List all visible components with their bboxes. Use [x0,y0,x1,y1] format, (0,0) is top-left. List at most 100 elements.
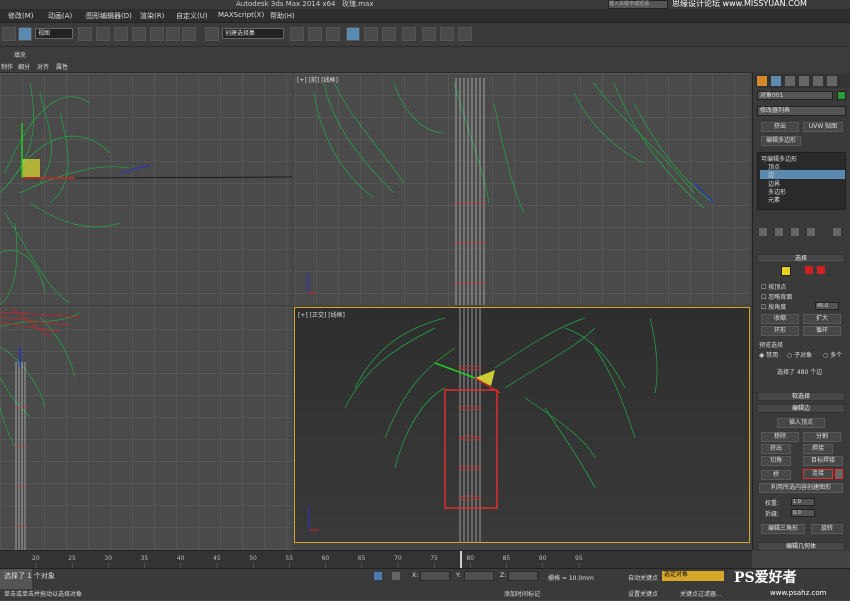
set-key-button[interactable]: 设置关键点 [628,589,658,598]
angle-spinner[interactable]: 45.0 [815,302,839,310]
modify-tab-icon[interactable] [771,76,781,86]
insert-vertex-button[interactable]: 插入顶点 [777,418,825,428]
snaps-toggle-icon[interactable] [150,27,164,41]
add-time-tag[interactable]: 添加时间标记 [504,589,540,598]
menu-graph-editors[interactable]: 图形编辑器(D) [86,11,132,21]
viewport-top-left[interactable] [0,73,292,305]
schematic-view-icon[interactable] [382,27,396,41]
weight-spinner[interactable]: 1.0 [791,498,815,506]
undo-icon[interactable] [2,27,16,41]
view-dropdown[interactable]: 视图 [35,28,73,39]
curve-editor-icon[interactable] [364,27,378,41]
menu-maxscript[interactable]: MAXScript(X) [218,11,264,19]
ribbon-tab-properties[interactable]: 属性 [56,62,68,71]
soft-selection-rollout-header[interactable]: 软选择 [757,392,845,401]
utilities-tab-icon[interactable] [827,76,837,86]
grow-button[interactable]: 扩大 [803,314,841,324]
viewport-front[interactable]: [+] [前] [线框] [294,73,750,305]
ring-button[interactable]: 环形 [761,326,799,336]
edit-edges-rollout-header[interactable]: 编辑边 [757,404,845,413]
selection-rollout-header[interactable]: 选择 [757,254,845,263]
viewport-bottom-left[interactable] [0,307,292,550]
split-button[interactable]: 分割 [803,432,841,442]
render-frame-icon[interactable] [440,27,454,41]
ignore-backface-checkbox[interactable]: ☐ 忽略背面 [761,292,792,301]
target-weld-button[interactable]: 目标焊接 [803,456,843,466]
render-production-icon[interactable] [458,27,472,41]
y-coordinate-field[interactable] [464,571,494,581]
auto-key-button[interactable]: 自动关键点 [628,573,658,582]
extrude-button[interactable]: 挤出 [761,444,791,454]
shrink-button[interactable]: 收缩 [761,314,799,324]
select-by-name-icon[interactable] [96,27,110,41]
object-color-swatch[interactable] [837,91,846,100]
render-setup-icon[interactable] [422,27,436,41]
hierarchy-tab-icon[interactable] [785,76,795,86]
object-name-field[interactable]: 对象001 [757,91,833,100]
remove-modifier-icon[interactable] [807,228,815,236]
make-unique-icon[interactable] [791,228,799,236]
motion-tab-icon[interactable] [799,76,809,86]
extrude-modifier-button[interactable]: 挤出 [761,122,799,132]
percent-snap-icon[interactable] [182,27,196,41]
edit-named-selection-icon[interactable] [205,27,219,41]
pin-stack-icon[interactable] [759,228,767,236]
ribbon-tab-align[interactable]: 对齐 [37,62,49,71]
edit-geometry-rollout-header[interactable]: 编辑几何体 [757,542,845,551]
absolute-mode-icon[interactable] [392,572,400,580]
by-vertex-checkbox[interactable]: ☐ 按顶点 [761,282,786,291]
polygon-mode-icon[interactable] [805,266,813,274]
create-tab-icon[interactable] [757,76,767,86]
rectangular-selection-icon[interactable] [114,27,128,41]
align-icon[interactable] [308,27,322,41]
chamfer-button[interactable]: 切角 [761,456,791,466]
modifier-list-dropdown[interactable]: 修改器列表 [757,106,846,116]
uvw-map-button[interactable]: UVW 贴图 [803,122,843,132]
turn-button[interactable]: 旋转 [811,524,843,534]
selection-lock-icon[interactable] [374,572,382,580]
selection-set-dropdown[interactable]: 创建选择集 [222,28,284,39]
preview-multi-radio[interactable]: ○ 多个 [823,350,842,359]
search-input[interactable]: 键入关键字或短语 [608,0,668,9]
z-coordinate-field[interactable] [508,571,538,581]
crease-spinner[interactable]: 0.0 [791,509,815,517]
remove-button[interactable]: 移除 [761,432,799,442]
display-tab-icon[interactable] [813,76,823,86]
edit-poly-button[interactable]: 编辑多边形 [761,136,801,146]
x-coordinate-field[interactable] [420,571,450,581]
menu-modify[interactable]: 修改(M) [8,11,34,21]
vertex-mode-icon[interactable] [781,266,791,276]
loop-button[interactable]: 循环 [803,326,841,336]
ribbon-tab-subdivide[interactable]: 细分 [18,62,30,71]
configure-sets-icon[interactable] [833,228,841,236]
preview-disable-radio[interactable]: ◉ 禁用 [759,350,778,359]
mirror-icon[interactable] [290,27,304,41]
window-crossing-icon[interactable] [132,27,146,41]
element-mode-icon[interactable] [817,266,825,274]
stack-item-edge[interactable]: 边 [760,170,845,179]
angle-snap-icon[interactable] [166,27,180,41]
connect-settings-icon[interactable] [835,469,843,479]
bridge-button[interactable]: 桥 [761,470,791,480]
create-shape-button[interactable]: 利用所选内容创建图形 [759,483,843,493]
menu-render[interactable]: 渲染(R) [140,11,164,21]
material-editor-icon[interactable] [402,27,416,41]
key-filters-button[interactable]: 关键点过滤器... [680,589,722,598]
viewport-orthographic[interactable]: [+] [正交] [线框] [294,307,750,543]
select-object-icon[interactable] [78,27,92,41]
preview-subobject-radio[interactable]: ○ 子对象 [787,350,812,359]
menu-customize[interactable]: 自定义(U) [176,11,208,21]
menu-animation[interactable]: 动画(A) [48,11,72,21]
select-link-icon[interactable] [18,27,32,41]
graphite-toggle-icon[interactable] [346,27,360,41]
stack-item-element[interactable]: 元素 [768,195,780,204]
by-angle-checkbox[interactable]: ☐ 按角度 [761,302,786,311]
connect-button[interactable]: 连接 [803,469,833,479]
key-mode-dropdown[interactable]: 选定对象 [662,571,724,581]
ribbon-tab-model[interactable]: 制作 [1,62,13,71]
weld-button[interactable]: 焊接 [803,444,833,454]
time-slider[interactable] [460,551,462,569]
layer-manager-icon[interactable] [326,27,340,41]
edit-triangulation-button[interactable]: 编辑三角形 [761,524,805,534]
menu-help[interactable]: 帮助(H) [270,11,295,21]
